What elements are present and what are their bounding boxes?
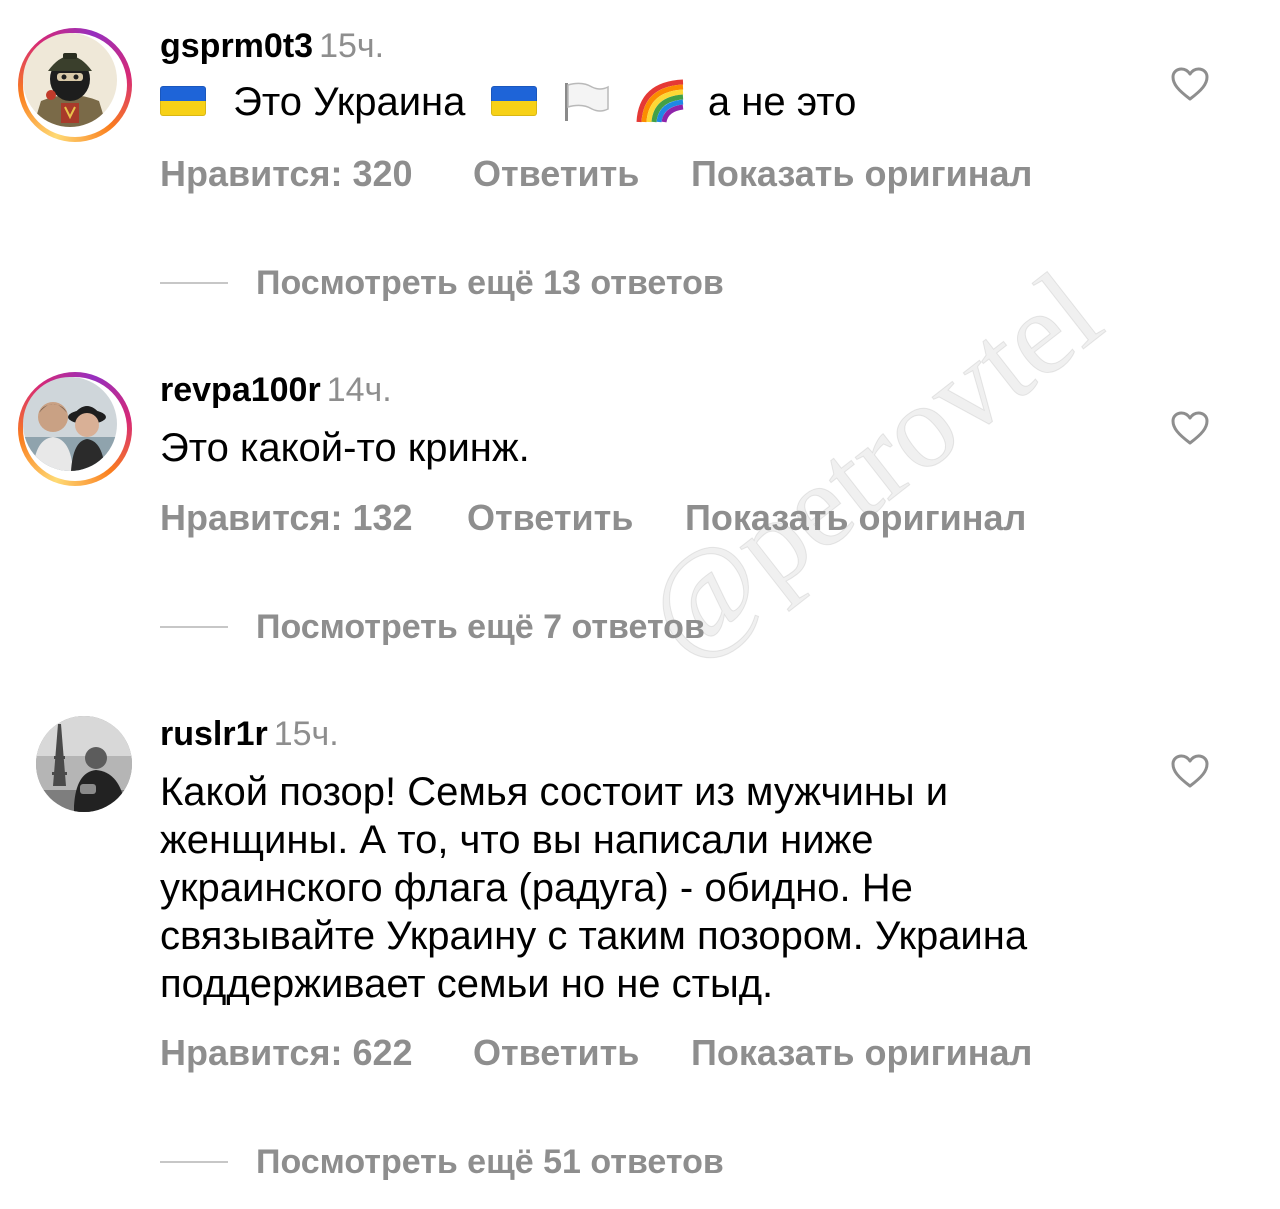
view-more-label[interactable]: Посмотреть ещё 51 ответов (256, 1142, 724, 1182)
show-original-button[interactable]: Показать оригинал (691, 1033, 1032, 1073)
divider-line (160, 1161, 228, 1163)
comment: ruslr1r 15ч. Какой позор! Семья состоит и… (0, 0, 1280, 1209)
man-with-eiffel-tower-avatar-icon (36, 716, 132, 812)
comment-actions: Нравится: 622 Ответить Показать оригинал (160, 1033, 1032, 1073)
avatar[interactable] (36, 716, 132, 812)
comment-text: Какой позор! Семья состоит из мужчины и … (160, 770, 1028, 1006)
comment-header: ruslr1r 15ч. (160, 714, 339, 754)
heart-outline-icon[interactable] (1170, 753, 1210, 789)
view-more-replies[interactable]: Посмотреть ещё 51 ответов (160, 1142, 860, 1182)
username[interactable]: ruslr1r (160, 715, 268, 753)
likes-count[interactable]: Нравится: 622 (160, 1033, 473, 1073)
reply-button[interactable]: Ответить (473, 1033, 691, 1073)
timestamp: 15ч. (273, 715, 339, 753)
